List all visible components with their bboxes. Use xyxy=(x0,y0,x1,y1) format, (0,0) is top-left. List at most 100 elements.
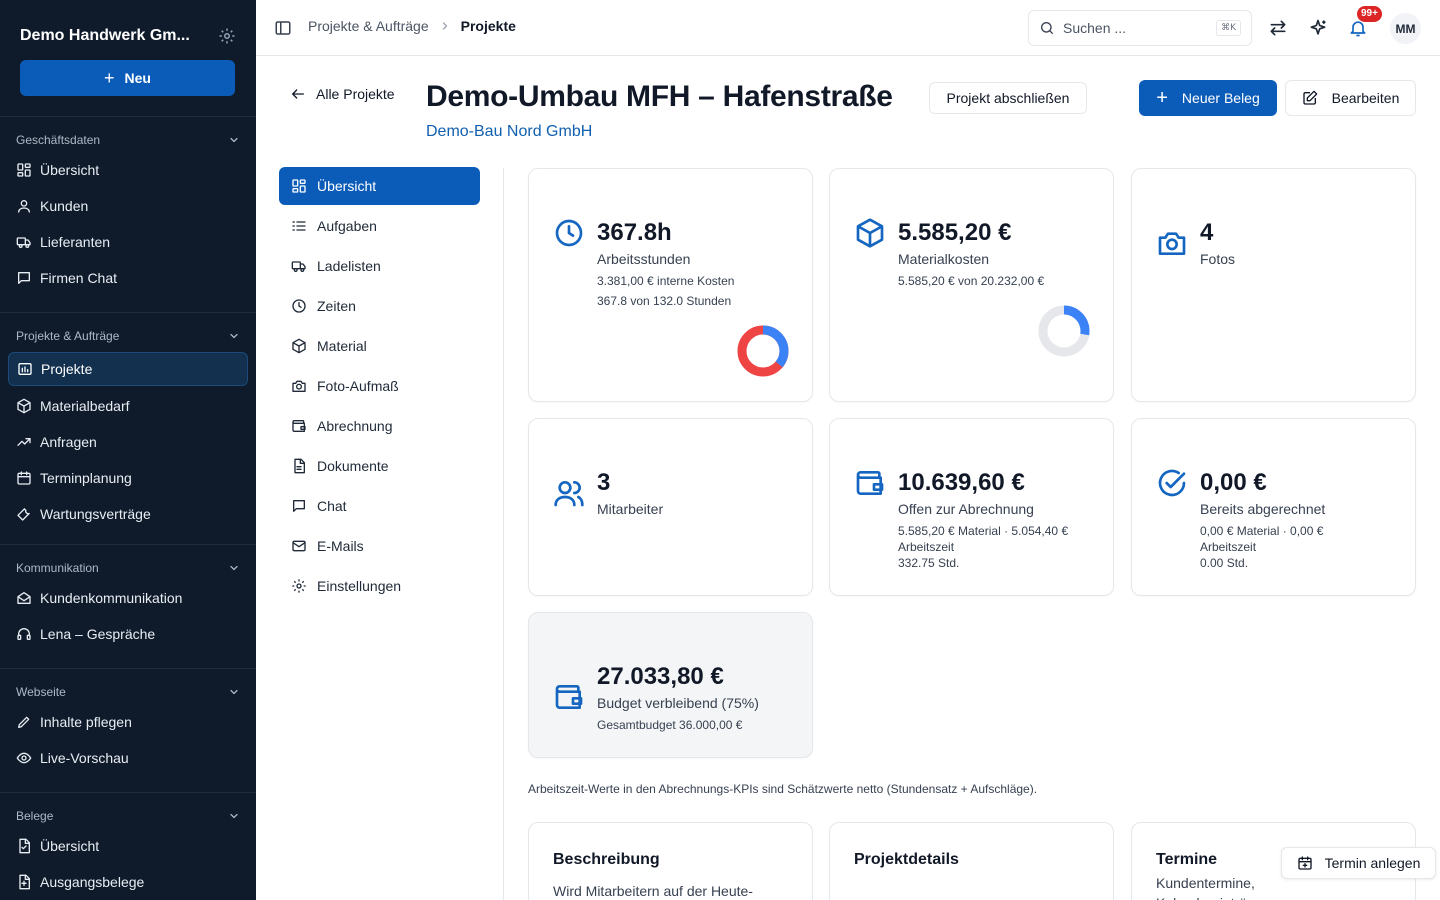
sidebar-item-live-preview[interactable]: Live-Vorschau xyxy=(0,740,256,776)
user-icon xyxy=(16,198,32,214)
camera-icon xyxy=(1156,227,1188,259)
sidebar-item-edit-content[interactable]: Inhalte pflegen xyxy=(0,704,256,740)
section-title: Kommunikation xyxy=(16,561,99,575)
sidebar-item-outgoing-documents[interactable]: Ausgangsbelege xyxy=(0,864,256,900)
sidebar-item-customers[interactable]: Kunden xyxy=(0,188,256,224)
avatar[interactable]: MM xyxy=(1390,13,1421,44)
tab-overview[interactable]: Übersicht xyxy=(279,167,480,205)
tab-loading-lists[interactable]: Ladelisten xyxy=(279,247,480,285)
sidebar: Demo Handwerk Gm... + Neu Geschäftsdaten… xyxy=(0,0,256,900)
camera-icon xyxy=(291,378,307,394)
back-label: Alle Projekte xyxy=(316,86,395,102)
grid-icon xyxy=(291,178,307,194)
clock-icon xyxy=(291,298,307,314)
sidebar-item-maintenance[interactable]: Wartungsverträge xyxy=(0,496,256,532)
project-details-card: Projektdetails xyxy=(829,822,1114,900)
breadcrumb-current: Projekte xyxy=(460,18,516,34)
tab-label: Aufgaben xyxy=(317,218,377,234)
trend-icon xyxy=(16,434,32,450)
tab-label: E-Mails xyxy=(317,538,364,554)
check-circle-icon xyxy=(1156,467,1188,499)
sidebar-item-label: Übersicht xyxy=(40,838,100,854)
close-project-label: Projekt abschließen xyxy=(946,90,1070,106)
kpi-card-material[interactable]: 5.585,20 € Materialkosten 5.585,20 € von… xyxy=(829,168,1114,402)
kpi-value: 3 xyxy=(597,469,611,496)
sidebar-section-documents: Belege Übersicht Ausgangsbelege xyxy=(0,804,256,900)
sidebar-item-lena-calls[interactable]: Lena – Gespräche xyxy=(0,616,256,652)
section-toggle[interactable]: Geschäftsdaten xyxy=(0,128,256,152)
kpi-label: Bereits abgerechnet xyxy=(1200,501,1326,517)
sidebar-item-requests[interactable]: Anfragen xyxy=(0,424,256,460)
mail-icon xyxy=(291,538,307,554)
card-title: Beschreibung xyxy=(553,851,660,868)
sidebar-item-scheduling[interactable]: Terminplanung xyxy=(0,460,256,496)
sidebar-item-label: Wartungsverträge xyxy=(40,506,151,522)
chat-icon xyxy=(291,498,307,514)
sidebar-toggle-icon[interactable] xyxy=(274,19,292,37)
kpi-card-hours[interactable]: 367.8h Arbeitsstunden 3.381,00 € interne… xyxy=(528,168,813,402)
sidebar-section-website: Webseite Inhalte pflegen Live-Vorschau xyxy=(0,680,256,776)
close-project-button[interactable]: Projekt abschließen xyxy=(929,82,1087,114)
sidebar-item-documents-overview[interactable]: Übersicht xyxy=(0,828,256,864)
tab-documents[interactable]: Dokumente xyxy=(279,447,480,485)
section-toggle[interactable]: Projekte & Aufträge xyxy=(0,324,256,348)
sidebar-item-customer-communication[interactable]: Kundenkommunikation xyxy=(0,580,256,616)
sidebar-item-label: Materialbedarf xyxy=(40,398,130,414)
section-toggle[interactable]: Belege xyxy=(0,804,256,828)
search-input[interactable]: Suchen ... ⌘K xyxy=(1028,10,1252,46)
breadcrumb-link[interactable]: Projekte & Aufträge xyxy=(308,18,429,34)
kpi-card-staff[interactable]: 3 Mitarbeiter xyxy=(528,418,813,596)
swap-icon[interactable] xyxy=(1268,18,1288,38)
sparkle-icon[interactable] xyxy=(1308,18,1328,38)
kpi-note: Arbeitszeit-Werte in den Abrechnungs-KPI… xyxy=(528,782,1038,796)
edit-button[interactable]: Bearbeiten xyxy=(1285,80,1416,116)
section-toggle[interactable]: Webseite xyxy=(0,680,256,704)
project-subnav: Übersicht Aufgaben Ladelisten Zeiten Mat… xyxy=(279,167,480,607)
kpi-card-billed[interactable]: 0,00 € Bereits abgerechnet 0,00 € Materi… xyxy=(1131,418,1416,596)
back-to-projects-link[interactable]: Alle Projekte xyxy=(290,86,395,102)
tab-tasks[interactable]: Aufgaben xyxy=(279,207,480,245)
create-appointment-button[interactable]: Termin anlegen xyxy=(1281,847,1436,879)
tab-emails[interactable]: E-Mails xyxy=(279,527,480,565)
tab-settings[interactable]: Einstellungen xyxy=(279,567,480,605)
sidebar-item-company-chat[interactable]: Firmen Chat xyxy=(0,260,256,296)
sidebar-item-suppliers[interactable]: Lieferanten xyxy=(0,224,256,260)
wallet-icon xyxy=(553,681,585,713)
chevron-down-icon xyxy=(228,810,240,822)
edit-icon xyxy=(1302,90,1318,106)
tab-photo-measurement[interactable]: Foto-Aufmaß xyxy=(279,367,480,405)
document-icon xyxy=(291,458,307,474)
box-icon xyxy=(854,217,886,249)
sidebar-item-label: Kunden xyxy=(40,198,89,214)
mail-open-icon xyxy=(16,590,32,606)
kpi-card-budget[interactable]: 27.033,80 € Budget verbleibend (75%) Ges… xyxy=(528,612,813,758)
sidebar-section-communication: Kommunikation Kundenkommunikation Lena –… xyxy=(0,556,256,652)
new-document-label: Neuer Beleg xyxy=(1181,90,1260,106)
sidebar-item-label: Anfragen xyxy=(40,434,97,450)
tab-billing[interactable]: Abrechnung xyxy=(279,407,480,445)
sidebar-item-material-demand[interactable]: Materialbedarf xyxy=(0,388,256,424)
kpi-value: 27.033,80 € xyxy=(597,663,724,690)
card-title: Projektdetails xyxy=(854,851,959,868)
sidebar-item-overview[interactable]: Übersicht xyxy=(0,152,256,188)
tab-label: Zeiten xyxy=(317,298,356,314)
section-title: Projekte & Aufträge xyxy=(16,329,120,343)
client-link[interactable]: Demo-Bau Nord GmbH xyxy=(426,123,592,141)
section-toggle[interactable]: Kommunikation xyxy=(0,556,256,580)
tab-chat[interactable]: Chat xyxy=(279,487,480,525)
kpi-card-photos[interactable]: 4 Fotos xyxy=(1131,168,1416,402)
gear-icon[interactable] xyxy=(218,27,236,45)
kpi-sub: 3.381,00 € interne Kosten xyxy=(597,274,735,288)
chat-icon xyxy=(16,270,32,286)
tab-material[interactable]: Material xyxy=(279,327,480,365)
kpi-card-open-billing[interactable]: 10.639,60 € Offen zur Abrechnung 5.585,2… xyxy=(829,418,1114,596)
chevron-right-icon xyxy=(439,20,451,32)
truck-icon xyxy=(291,258,307,274)
kpi-sub: 0,00 € Material · 0,00 € Arbeitszeit xyxy=(1200,524,1324,554)
tab-times[interactable]: Zeiten xyxy=(279,287,480,325)
kpi-sub: 332.75 Std. xyxy=(898,556,960,570)
company-name[interactable]: Demo Handwerk Gm... xyxy=(20,27,190,45)
sidebar-item-projects[interactable]: Projekte xyxy=(8,352,248,386)
new-document-button[interactable]: + Neuer Beleg xyxy=(1139,80,1277,116)
new-button[interactable]: + Neu xyxy=(20,60,235,96)
